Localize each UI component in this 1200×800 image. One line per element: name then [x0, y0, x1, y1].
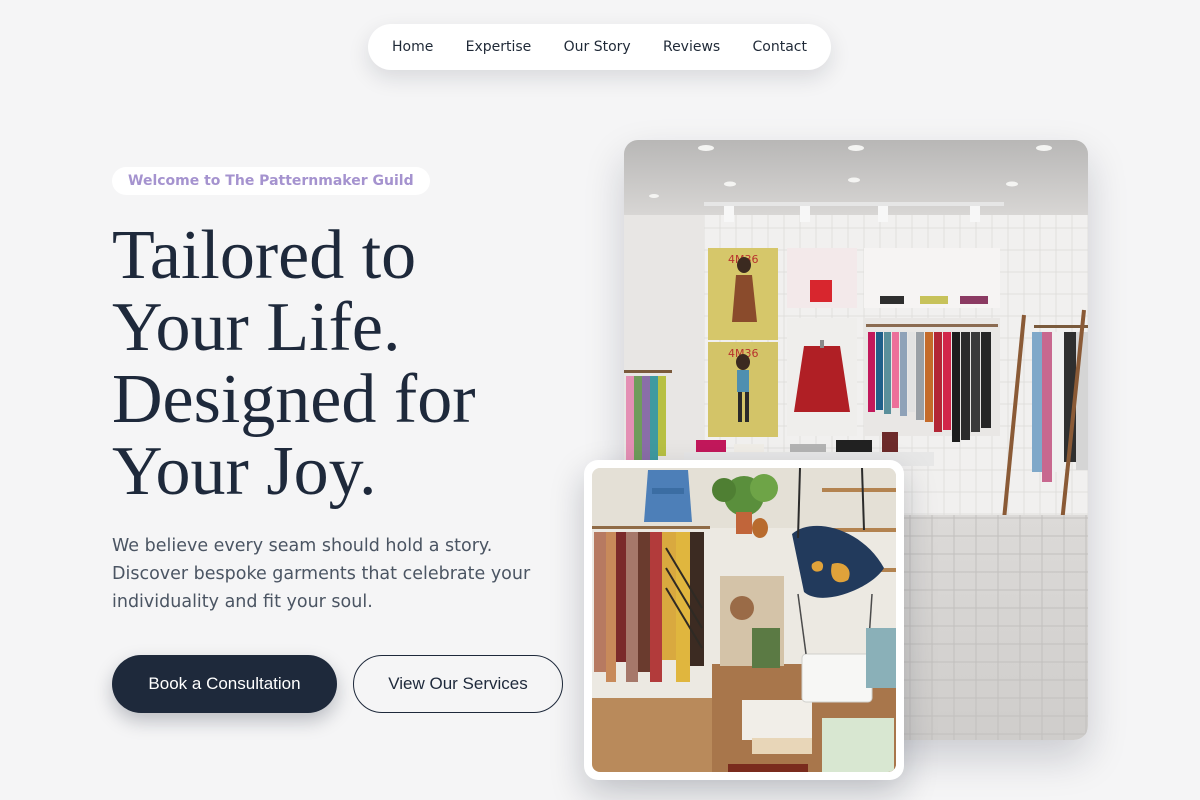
top-nav: Home Expertise Our Story Reviews Contact — [368, 24, 831, 70]
description-line: individuality and fit your soul. — [112, 592, 373, 612]
landing-page: Home Expertise Our Story Reviews Contact… — [0, 0, 1200, 800]
nav-home[interactable]: Home — [392, 39, 433, 55]
craft-shop-illustration — [592, 468, 896, 772]
description-line: We believe every seam should hold a stor… — [112, 536, 493, 556]
welcome-badge: Welcome to The Patternmaker Guild — [112, 167, 430, 195]
hero-headline: Tailored to Your Life. Designed for Your… — [112, 220, 582, 508]
description-line: Discover bespoke garments that celebrate… — [112, 564, 531, 584]
craft-shop-image — [592, 468, 896, 772]
nav-contact[interactable]: Contact — [753, 39, 807, 55]
headline-line: Your Life. — [112, 289, 401, 366]
craft-shop-image-card — [584, 460, 904, 780]
book-consultation-button[interactable]: Book a Consultation — [112, 655, 337, 713]
nav-our-story[interactable]: Our Story — [564, 39, 631, 55]
nav-expertise[interactable]: Expertise — [466, 39, 532, 55]
headline-line: Tailored to — [112, 217, 417, 294]
hero-description: We believe every seam should hold a stor… — [112, 532, 572, 616]
headline-line: Your Joy. — [112, 433, 377, 510]
headline-line: Designed for — [112, 361, 476, 438]
nav-reviews[interactable]: Reviews — [663, 39, 720, 55]
view-services-button[interactable]: View Our Services — [353, 655, 563, 713]
